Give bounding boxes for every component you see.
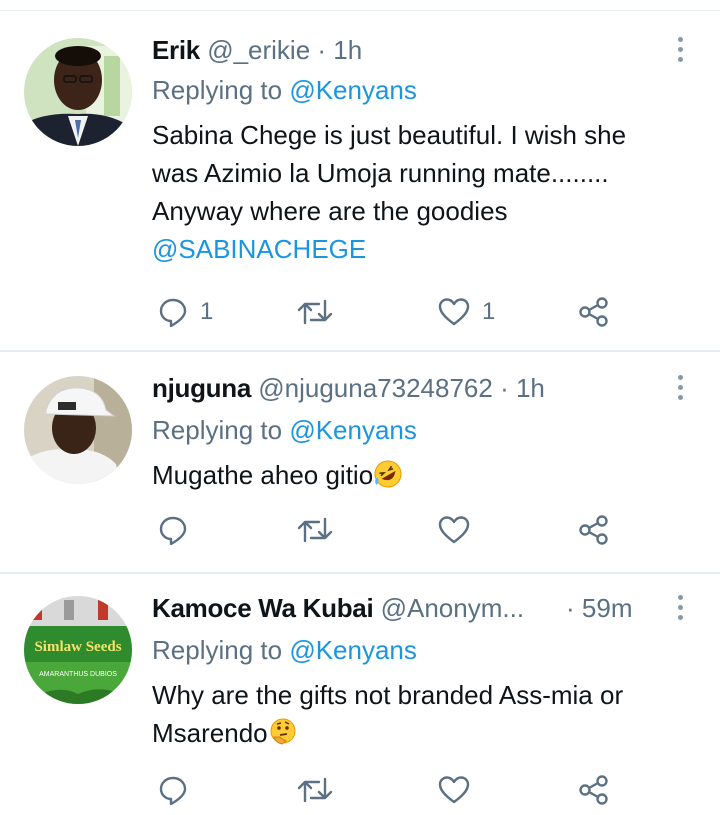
timestamp[interactable]: 1h bbox=[333, 35, 362, 65]
reply-icon bbox=[159, 776, 187, 805]
tweet-text-line: was Azimio la Umoja running mate........ bbox=[152, 158, 609, 188]
tweet-text-line: Why are the gifts not branded Ass-mia or bbox=[152, 680, 624, 710]
tweet-text: Mugathe aheo gitio bbox=[152, 456, 712, 494]
tweet-time: · 59m bbox=[566, 590, 632, 626]
tweet-text-line: Sabina Chege is just beautiful. I wish s… bbox=[152, 120, 627, 150]
reply-button[interactable]: 1 bbox=[158, 292, 213, 332]
retweet-button[interactable] bbox=[297, 510, 345, 550]
replying-mention-link[interactable]: @Kenyans bbox=[289, 75, 417, 105]
share-icon bbox=[579, 515, 608, 545]
avatar-sub-text: AMARANTHUS DUBIOS bbox=[39, 671, 117, 678]
tweet-text-line: Mugathe aheo gitio bbox=[152, 456, 712, 494]
reply-icon bbox=[159, 298, 187, 327]
top-divider bbox=[0, 10, 720, 11]
user-handle[interactable]: @njuguna73248762 bbox=[258, 373, 493, 403]
tweet-erik[interactable]: Erik @_erikie · 1h Replying to @Kenyans … bbox=[0, 32, 720, 352]
tweet-text: Why are the gifts not branded Ass-mia or… bbox=[152, 676, 712, 752]
share-icon bbox=[579, 775, 608, 805]
user-handle[interactable]: @Anonym... bbox=[381, 593, 524, 623]
display-name[interactable]: njuguna bbox=[152, 373, 251, 403]
replying-to: Replying to @Kenyans bbox=[152, 632, 417, 668]
like-button[interactable]: 1 bbox=[438, 292, 495, 332]
reply-button[interactable] bbox=[158, 770, 200, 810]
retweet-button[interactable] bbox=[297, 770, 345, 810]
like-button[interactable] bbox=[438, 770, 482, 810]
separator-dot: · bbox=[492, 373, 516, 403]
replying-label: Replying to bbox=[152, 635, 290, 665]
share-button[interactable] bbox=[578, 292, 610, 332]
retweet-icon bbox=[297, 777, 333, 803]
more-options-icon[interactable] bbox=[670, 370, 690, 410]
avatar[interactable] bbox=[24, 38, 132, 146]
more-options-icon[interactable] bbox=[670, 32, 690, 72]
tweet-actions bbox=[152, 770, 692, 810]
user-handle[interactable]: @_erikie bbox=[207, 35, 310, 65]
rolling-on-floor-laughing-emoji-icon bbox=[374, 460, 402, 488]
tweet-actions: 1 1 bbox=[152, 292, 692, 332]
tweet-njuguna[interactable]: njuguna @njuguna73248762 · 1h Replying t… bbox=[0, 370, 720, 570]
display-name[interactable]: Erik bbox=[152, 35, 200, 65]
tweet-text-content: Mugathe aheo gitio bbox=[152, 460, 374, 490]
heart-icon bbox=[438, 516, 470, 544]
tweet-actions bbox=[152, 510, 692, 550]
timestamp[interactable]: 59m bbox=[582, 593, 633, 623]
mention-link[interactable]: @SABINACHEGE bbox=[152, 230, 712, 268]
replying-mention-link[interactable]: @Kenyans bbox=[289, 415, 417, 445]
tweet-text: Sabina Chege is just beautiful. I wish s… bbox=[152, 116, 712, 268]
separator-dot: · bbox=[566, 593, 575, 623]
reply-count: 1 bbox=[200, 298, 214, 325]
thinking-face-emoji-icon bbox=[270, 718, 296, 745]
display-name[interactable]: Kamoce Wa Kubai bbox=[152, 593, 374, 623]
like-button[interactable] bbox=[438, 510, 482, 550]
like-count: 1 bbox=[482, 298, 496, 325]
avatar[interactable] bbox=[24, 376, 132, 484]
avatar[interactable]: Simlaw Seeds AMARANTHUS DUBIOS bbox=[24, 596, 132, 704]
share-icon bbox=[579, 297, 608, 327]
heart-icon bbox=[438, 298, 470, 326]
heart-icon bbox=[438, 776, 470, 804]
share-button[interactable] bbox=[578, 770, 610, 810]
tweet-header: njuguna @njuguna73248762 · 1h bbox=[152, 370, 545, 406]
replying-to: Replying to @Kenyans bbox=[152, 412, 417, 448]
share-button[interactable] bbox=[578, 510, 610, 550]
timestamp[interactable]: 1h bbox=[516, 373, 545, 403]
tweet-header: Erik @_erikie · 1h bbox=[152, 32, 362, 68]
replying-to: Replying to @Kenyans bbox=[152, 72, 417, 108]
avatar-brand-text: Simlaw Seeds bbox=[34, 639, 121, 655]
reply-icon bbox=[159, 516, 187, 545]
retweet-button[interactable] bbox=[297, 292, 345, 332]
replying-mention-link[interactable]: @Kenyans bbox=[289, 635, 417, 665]
more-options-icon[interactable] bbox=[670, 590, 690, 630]
tweet-kamoce[interactable]: Simlaw Seeds AMARANTHUS DUBIOS Kamoce Wa… bbox=[0, 590, 720, 815]
separator-dot: · bbox=[310, 35, 334, 65]
tweet-header: Kamoce Wa Kubai @Anonym... bbox=[152, 590, 524, 626]
reply-button[interactable] bbox=[158, 510, 200, 550]
retweet-icon bbox=[297, 299, 333, 325]
tweet-text-content: Msarendo bbox=[152, 718, 268, 748]
replying-label: Replying to bbox=[152, 415, 290, 445]
retweet-icon bbox=[297, 517, 333, 543]
replying-label: Replying to bbox=[152, 75, 290, 105]
tweet-divider bbox=[0, 350, 720, 352]
tweet-text-line: Msarendo bbox=[152, 714, 712, 752]
tweet-text-line: Anyway where are the goodies bbox=[152, 196, 508, 226]
tweet-divider bbox=[0, 572, 720, 574]
